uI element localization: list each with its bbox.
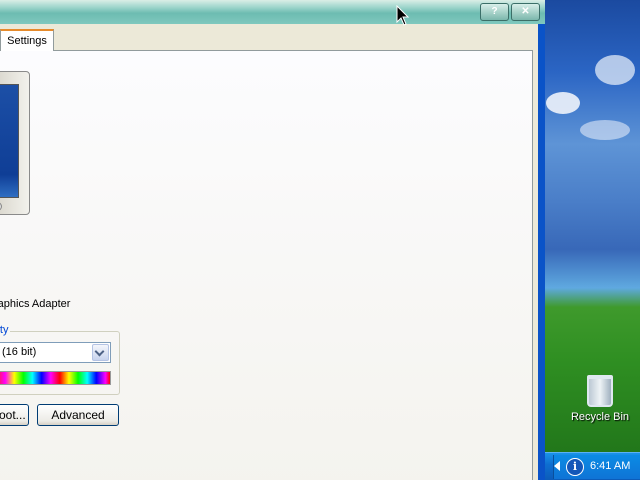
color-quality-dropdown[interactable]: (16 bit) [0, 342, 111, 363]
monitor-preview [0, 71, 30, 215]
recycle-bin-icon [587, 375, 613, 407]
taskbar-clock[interactable]: 6:41 AM [590, 460, 630, 472]
settings-panel: raphics Adapter lity (16 bit) oot... Adv… [0, 50, 533, 480]
troubleshoot-button[interactable]: oot... [0, 404, 29, 426]
window-titlebar[interactable]: ? ✕ [0, 0, 545, 24]
taskbar: i 6:41 AM [545, 452, 640, 480]
display-adapter-label: raphics Adapter [0, 298, 71, 310]
monitor-power-icon [0, 202, 2, 211]
wallpaper-cloud [580, 120, 630, 140]
display-properties-window: ? ✕ Settings raphics Adapter lity (16 bi… [0, 0, 545, 480]
window-client-area: Settings raphics Adapter lity (16 bit) o… [0, 24, 538, 480]
advanced-button[interactable]: Advanced [37, 404, 119, 426]
close-button[interactable]: ✕ [511, 3, 540, 21]
color-quality-group: lity (16 bit) [0, 324, 120, 395]
recycle-bin-label: Recycle Bin [570, 411, 630, 423]
wallpaper-cloud [546, 92, 580, 114]
color-spectrum-preview [0, 371, 111, 385]
help-button[interactable]: ? [480, 3, 509, 21]
tab-settings[interactable]: Settings [0, 29, 54, 51]
show-hidden-icons-arrow-icon[interactable] [554, 461, 560, 471]
color-quality-label: lity [0, 324, 11, 336]
system-tray: i 6:41 AM [553, 455, 640, 479]
monitor-screen-preview [0, 84, 19, 198]
info-icon[interactable]: i [566, 458, 584, 476]
mouse-cursor-icon [396, 5, 410, 26]
recycle-bin-shortcut[interactable]: Recycle Bin [565, 375, 635, 423]
chevron-down-icon[interactable] [92, 344, 109, 361]
wallpaper-cloud [595, 55, 635, 85]
color-quality-value: (16 bit) [2, 346, 37, 358]
